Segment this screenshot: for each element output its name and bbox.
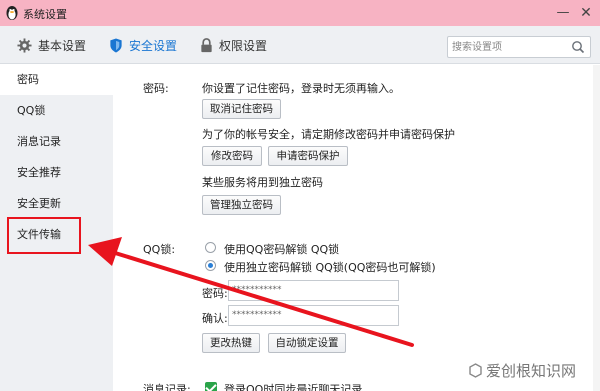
separate-password-text: 某些服务将用到独立密码 <box>202 176 323 189</box>
shield-icon <box>110 37 122 53</box>
security-settings-panel: 密码: 你设置了记住密码，登录时无须再输入。 取消记住密码 为了你的帐号安全，请… <box>113 65 600 391</box>
sidebar-item-security-update[interactable]: 安全更新 <box>0 189 113 219</box>
sidebar-item-label: 安全更新 <box>17 197 61 210</box>
watermark: 爱创根知识网 <box>468 360 576 381</box>
tab-permission-settings[interactable]: 权限设置 <box>200 26 267 64</box>
remembered-password-text: 你设置了记住密码，登录时无须再输入。 <box>202 82 400 95</box>
tab-security-settings[interactable]: 安全设置 <box>109 26 177 64</box>
sidebar-item-password[interactable]: 密码 <box>0 65 113 95</box>
close-button[interactable]: ✕ <box>576 3 596 23</box>
auto-lock-settings-button[interactable]: 自动锁定设置 <box>268 333 346 353</box>
watermark-logo-icon <box>469 363 482 378</box>
gear-icon <box>17 37 32 53</box>
lock-password-field[interactable]: *********** <box>228 280 399 301</box>
manage-separate-password-button[interactable]: 管理独立密码 <box>202 195 281 215</box>
lock-confirm-label: 确认: <box>202 312 228 325</box>
lock-password-label: 密码: <box>202 287 228 300</box>
separate-password-unlock-label: 使用独立密码解锁 QQ锁(QQ密码也可解锁) <box>224 261 436 274</box>
qq-password-unlock-radio[interactable] <box>205 242 216 253</box>
tab-label: 权限设置 <box>219 38 268 53</box>
sidebar-item-qq-lock[interactable]: QQ锁 <box>0 96 113 126</box>
apply-password-protection-button[interactable]: 申请密码保护 <box>268 146 348 166</box>
watermark-text: 爱创根知识网 <box>486 362 577 380</box>
minimize-button[interactable]: — <box>553 3 573 23</box>
title-bar: 系统设置 — ✕ <box>0 0 600 26</box>
tab-label: 安全设置 <box>129 38 178 53</box>
sidebar-item-label: 安全推荐 <box>17 166 61 179</box>
sidebar-item-label: QQ锁 <box>17 104 46 117</box>
tab-label: 基本设置 <box>38 38 87 53</box>
sidebar-item-label: 消息记录 <box>17 135 61 148</box>
cancel-remember-password-button[interactable]: 取消记住密码 <box>202 99 281 119</box>
lock-confirm-field[interactable]: *********** <box>228 305 399 326</box>
password-section-label: 密码: <box>143 82 169 95</box>
sidebar-item-label: 密码 <box>17 73 39 86</box>
scrollbar[interactable] <box>593 65 600 391</box>
change-hotkey-button[interactable]: 更改热键 <box>202 333 260 353</box>
qq-penguin-icon <box>6 6 18 20</box>
lock-icon <box>201 37 212 52</box>
search-input[interactable] <box>452 39 564 55</box>
sync-history-label: 登录QQ时同步最近聊天记录 <box>224 383 363 391</box>
settings-search-box[interactable] <box>447 36 591 58</box>
qq-lock-section-label: QQ锁: <box>143 243 176 256</box>
window-title: 系统设置 <box>23 8 67 21</box>
annotation-highlight-box <box>7 217 81 254</box>
password-security-text: 为了你的帐号安全，请定期修改密码并申请密码保护 <box>202 128 455 141</box>
message-record-section-label: 消息记录: <box>143 383 191 391</box>
tab-basic-settings[interactable]: 基本设置 <box>17 26 86 64</box>
sidebar-item-security-recommend[interactable]: 安全推荐 <box>0 158 113 188</box>
search-icon[interactable] <box>571 40 585 54</box>
qq-password-unlock-label: 使用QQ密码解锁 QQ锁 <box>224 243 340 256</box>
separate-password-unlock-radio[interactable] <box>205 260 216 271</box>
sync-history-checkbox[interactable] <box>205 382 217 391</box>
change-password-button[interactable]: 修改密码 <box>202 146 262 166</box>
sidebar-item-message-record[interactable]: 消息记录 <box>0 127 113 157</box>
